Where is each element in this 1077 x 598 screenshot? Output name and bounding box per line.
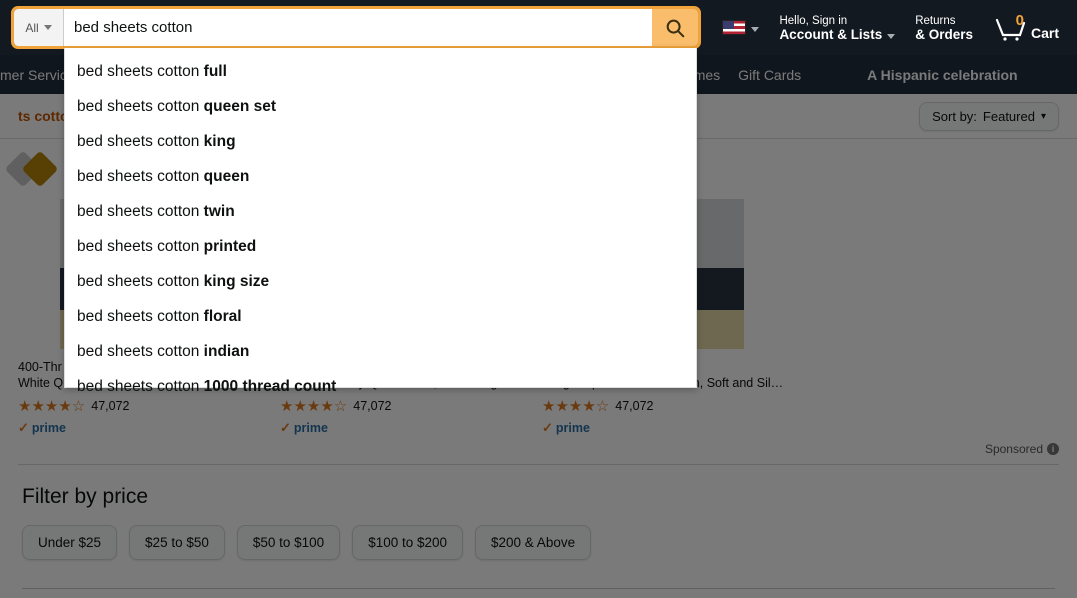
- cart-icon: 0: [993, 11, 1027, 42]
- chevron-down-icon: [887, 33, 896, 39]
- search-category-dropdown[interactable]: All: [14, 9, 64, 46]
- suggestion-bold: king: [203, 133, 236, 150]
- search-bar[interactable]: All: [11, 6, 701, 49]
- cart-button[interactable]: 0 Cart: [983, 10, 1069, 46]
- suggestion-bold: queen set: [203, 98, 277, 115]
- suggestion-item[interactable]: bed sheets cotton king: [65, 124, 696, 159]
- suggestion-item[interactable]: bed sheets cotton king size: [65, 264, 696, 299]
- suggestion-bold: queen: [203, 168, 250, 185]
- suggestion-prefix: bed sheets cotton: [77, 343, 204, 360]
- returns-and-orders[interactable]: Returns & Orders: [905, 10, 983, 46]
- cart-count-badge: 0: [1015, 11, 1024, 29]
- suggestion-prefix: bed sheets cotton: [77, 63, 204, 80]
- app-root: mer Servic s & Games Gift Cards A Hispan…: [0, 0, 1077, 598]
- suggestion-bold: printed: [203, 238, 257, 255]
- suggestion-prefix: bed sheets cotton: [77, 308, 204, 325]
- suggestion-bold: floral: [203, 308, 242, 325]
- suggestion-item[interactable]: bed sheets cotton 1000 thread count: [65, 369, 696, 404]
- suggestion-prefix: bed sheets cotton: [77, 203, 204, 220]
- search-icon: [666, 19, 685, 37]
- suggestion-prefix: bed sheets cotton: [77, 133, 204, 150]
- language-selector[interactable]: [712, 16, 769, 39]
- suggestion-item[interactable]: bed sheets cotton indian: [65, 334, 696, 369]
- suggestion-bold: indian: [203, 343, 250, 360]
- site-header: All Hello, Sign in Account & Lists: [0, 0, 1077, 55]
- search-submit-button[interactable]: [652, 9, 698, 46]
- chevron-down-icon: [43, 25, 52, 30]
- suggestion-item[interactable]: bed sheets cotton full: [65, 54, 696, 89]
- suggestion-prefix: bed sheets cotton: [77, 238, 204, 255]
- search-category-label: All: [25, 20, 39, 35]
- suggestion-item[interactable]: bed sheets cotton twin: [65, 194, 696, 229]
- suggestion-prefix: bed sheets cotton: [77, 168, 204, 185]
- signin-greeting: Hello, Sign in: [779, 14, 848, 27]
- header-right-nav: Hello, Sign in Account & Lists Returns &…: [712, 0, 1069, 55]
- search-suggestions-dropdown[interactable]: bed sheets cotton full bed sheets cotton…: [64, 48, 697, 395]
- suggestion-item[interactable]: bed sheets cotton printed: [65, 229, 696, 264]
- suggestion-item[interactable]: bed sheets cotton queen set: [65, 89, 696, 124]
- suggestion-item[interactable]: bed sheets cotton floral: [65, 299, 696, 334]
- suggestion-item[interactable]: bed sheets cotton queen: [65, 159, 696, 194]
- returns-label: Returns: [915, 14, 956, 27]
- suggestion-prefix: bed sheets cotton: [77, 98, 204, 115]
- account-text: Hello, Sign in Account & Lists: [779, 14, 882, 42]
- us-flag-icon: [722, 20, 747, 35]
- account-and-lists[interactable]: Hello, Sign in Account & Lists: [769, 10, 905, 46]
- orders-text: Returns & Orders: [915, 14, 973, 42]
- suggestion-bold: 1000 thread count: [203, 378, 337, 395]
- orders-label: & Orders: [915, 26, 973, 42]
- suggestion-prefix: bed sheets cotton: [77, 378, 204, 395]
- chevron-down-icon: [751, 27, 760, 32]
- suggestion-bold: king size: [203, 273, 270, 290]
- suggestion-bold: full: [203, 63, 227, 80]
- cart-label: Cart: [1030, 24, 1059, 41]
- suggestion-prefix: bed sheets cotton: [77, 273, 204, 290]
- suggestion-bold: twin: [203, 203, 235, 220]
- account-lists-label: Account & Lists: [779, 26, 883, 42]
- search-input[interactable]: [64, 9, 652, 46]
